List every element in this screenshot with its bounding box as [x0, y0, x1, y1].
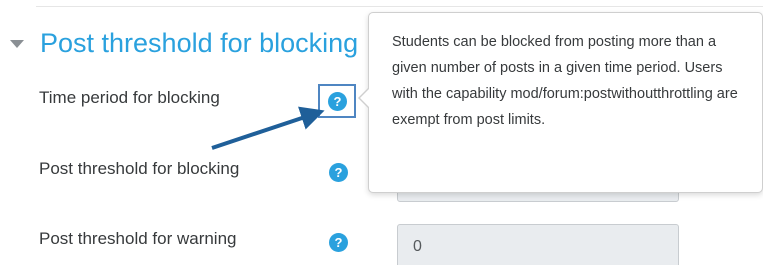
- help-popover: Students can be blocked from posting mor…: [368, 12, 763, 193]
- forum-settings-panel: Post threshold for blocking Time period …: [0, 0, 763, 265]
- popover-text: Students can be blocked from posting mor…: [392, 34, 738, 128]
- section-divider: [36, 6, 763, 7]
- question-circle-icon[interactable]: ?: [329, 163, 348, 182]
- field-label-time-period: Time period for blocking: [39, 88, 220, 107]
- question-circle-icon[interactable]: ?: [329, 233, 348, 252]
- field-label-post-threshold: Post threshold for blocking: [39, 159, 240, 178]
- section-title[interactable]: Post threshold for blocking: [40, 28, 358, 59]
- field-label-warning-threshold: Post threshold for warning: [39, 229, 237, 248]
- caret-down-icon[interactable]: [10, 40, 24, 48]
- warning-threshold-input[interactable]: 0: [397, 224, 679, 265]
- question-circle-icon[interactable]: ?: [328, 92, 347, 111]
- section-header[interactable]: Post threshold for blocking: [10, 24, 358, 62]
- popover-pointer-inner: [360, 88, 370, 108]
